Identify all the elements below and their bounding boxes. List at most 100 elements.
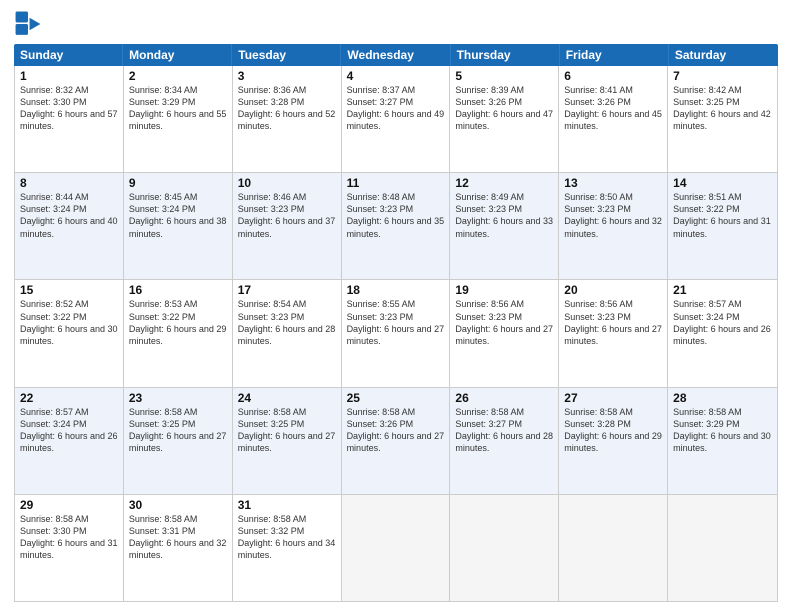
calendar-cell: 26Sunrise: 8:58 AMSunset: 3:27 PMDayligh… bbox=[450, 388, 559, 494]
day-number: 29 bbox=[20, 498, 118, 512]
day-info: Sunrise: 8:58 AMSunset: 3:32 PMDaylight:… bbox=[238, 513, 336, 562]
day-info: Sunrise: 8:56 AMSunset: 3:23 PMDaylight:… bbox=[455, 298, 553, 347]
calendar-cell: 8Sunrise: 8:44 AMSunset: 3:24 PMDaylight… bbox=[15, 173, 124, 279]
day-info: Sunrise: 8:58 AMSunset: 3:31 PMDaylight:… bbox=[129, 513, 227, 562]
calendar-day-header: Thursday bbox=[451, 44, 560, 66]
calendar-cell: 22Sunrise: 8:57 AMSunset: 3:24 PMDayligh… bbox=[15, 388, 124, 494]
day-number: 3 bbox=[238, 69, 336, 83]
calendar-cell: 29Sunrise: 8:58 AMSunset: 3:30 PMDayligh… bbox=[15, 495, 124, 601]
day-number: 19 bbox=[455, 283, 553, 297]
day-info: Sunrise: 8:41 AMSunset: 3:26 PMDaylight:… bbox=[564, 84, 662, 133]
calendar-cell: 18Sunrise: 8:55 AMSunset: 3:23 PMDayligh… bbox=[342, 280, 451, 386]
day-info: Sunrise: 8:52 AMSunset: 3:22 PMDaylight:… bbox=[20, 298, 118, 347]
calendar-cell: 5Sunrise: 8:39 AMSunset: 3:26 PMDaylight… bbox=[450, 66, 559, 172]
day-number: 30 bbox=[129, 498, 227, 512]
day-info: Sunrise: 8:37 AMSunset: 3:27 PMDaylight:… bbox=[347, 84, 445, 133]
day-info: Sunrise: 8:58 AMSunset: 3:26 PMDaylight:… bbox=[347, 406, 445, 455]
calendar-cell: 17Sunrise: 8:54 AMSunset: 3:23 PMDayligh… bbox=[233, 280, 342, 386]
calendar-cell: 11Sunrise: 8:48 AMSunset: 3:23 PMDayligh… bbox=[342, 173, 451, 279]
day-number: 22 bbox=[20, 391, 118, 405]
calendar-cell bbox=[450, 495, 559, 601]
day-number: 26 bbox=[455, 391, 553, 405]
calendar-cell: 25Sunrise: 8:58 AMSunset: 3:26 PMDayligh… bbox=[342, 388, 451, 494]
day-number: 15 bbox=[20, 283, 118, 297]
day-number: 5 bbox=[455, 69, 553, 83]
calendar-day-header: Tuesday bbox=[232, 44, 341, 66]
calendar-body: 1Sunrise: 8:32 AMSunset: 3:30 PMDaylight… bbox=[14, 66, 778, 602]
calendar-day-header: Sunday bbox=[14, 44, 123, 66]
calendar-cell: 24Sunrise: 8:58 AMSunset: 3:25 PMDayligh… bbox=[233, 388, 342, 494]
calendar-week: 29Sunrise: 8:58 AMSunset: 3:30 PMDayligh… bbox=[15, 495, 777, 601]
page: SundayMondayTuesdayWednesdayThursdayFrid… bbox=[0, 0, 792, 612]
day-info: Sunrise: 8:57 AMSunset: 3:24 PMDaylight:… bbox=[673, 298, 772, 347]
calendar-day-header: Friday bbox=[560, 44, 669, 66]
day-info: Sunrise: 8:34 AMSunset: 3:29 PMDaylight:… bbox=[129, 84, 227, 133]
calendar-cell: 15Sunrise: 8:52 AMSunset: 3:22 PMDayligh… bbox=[15, 280, 124, 386]
day-info: Sunrise: 8:58 AMSunset: 3:29 PMDaylight:… bbox=[673, 406, 772, 455]
calendar-cell: 12Sunrise: 8:49 AMSunset: 3:23 PMDayligh… bbox=[450, 173, 559, 279]
day-info: Sunrise: 8:50 AMSunset: 3:23 PMDaylight:… bbox=[564, 191, 662, 240]
calendar-week: 8Sunrise: 8:44 AMSunset: 3:24 PMDaylight… bbox=[15, 173, 777, 280]
day-number: 21 bbox=[673, 283, 772, 297]
calendar-cell: 3Sunrise: 8:36 AMSunset: 3:28 PMDaylight… bbox=[233, 66, 342, 172]
day-info: Sunrise: 8:36 AMSunset: 3:28 PMDaylight:… bbox=[238, 84, 336, 133]
calendar-cell bbox=[668, 495, 777, 601]
day-info: Sunrise: 8:56 AMSunset: 3:23 PMDaylight:… bbox=[564, 298, 662, 347]
day-number: 12 bbox=[455, 176, 553, 190]
calendar-cell: 30Sunrise: 8:58 AMSunset: 3:31 PMDayligh… bbox=[124, 495, 233, 601]
day-info: Sunrise: 8:44 AMSunset: 3:24 PMDaylight:… bbox=[20, 191, 118, 240]
day-number: 13 bbox=[564, 176, 662, 190]
calendar-cell: 16Sunrise: 8:53 AMSunset: 3:22 PMDayligh… bbox=[124, 280, 233, 386]
day-info: Sunrise: 8:49 AMSunset: 3:23 PMDaylight:… bbox=[455, 191, 553, 240]
calendar-week: 15Sunrise: 8:52 AMSunset: 3:22 PMDayligh… bbox=[15, 280, 777, 387]
day-info: Sunrise: 8:51 AMSunset: 3:22 PMDaylight:… bbox=[673, 191, 772, 240]
day-info: Sunrise: 8:48 AMSunset: 3:23 PMDaylight:… bbox=[347, 191, 445, 240]
day-number: 10 bbox=[238, 176, 336, 190]
calendar-cell: 28Sunrise: 8:58 AMSunset: 3:29 PMDayligh… bbox=[668, 388, 777, 494]
calendar-cell: 6Sunrise: 8:41 AMSunset: 3:26 PMDaylight… bbox=[559, 66, 668, 172]
day-info: Sunrise: 8:46 AMSunset: 3:23 PMDaylight:… bbox=[238, 191, 336, 240]
day-info: Sunrise: 8:58 AMSunset: 3:25 PMDaylight:… bbox=[238, 406, 336, 455]
day-info: Sunrise: 8:45 AMSunset: 3:24 PMDaylight:… bbox=[129, 191, 227, 240]
day-number: 6 bbox=[564, 69, 662, 83]
day-number: 24 bbox=[238, 391, 336, 405]
logo bbox=[14, 10, 46, 38]
day-number: 9 bbox=[129, 176, 227, 190]
calendar-day-header: Wednesday bbox=[341, 44, 450, 66]
day-info: Sunrise: 8:57 AMSunset: 3:24 PMDaylight:… bbox=[20, 406, 118, 455]
calendar-cell: 2Sunrise: 8:34 AMSunset: 3:29 PMDaylight… bbox=[124, 66, 233, 172]
calendar-header: SundayMondayTuesdayWednesdayThursdayFrid… bbox=[14, 44, 778, 66]
day-info: Sunrise: 8:39 AMSunset: 3:26 PMDaylight:… bbox=[455, 84, 553, 133]
day-info: Sunrise: 8:54 AMSunset: 3:23 PMDaylight:… bbox=[238, 298, 336, 347]
calendar: SundayMondayTuesdayWednesdayThursdayFrid… bbox=[14, 44, 778, 602]
day-info: Sunrise: 8:55 AMSunset: 3:23 PMDaylight:… bbox=[347, 298, 445, 347]
calendar-cell bbox=[342, 495, 451, 601]
day-number: 1 bbox=[20, 69, 118, 83]
calendar-cell: 13Sunrise: 8:50 AMSunset: 3:23 PMDayligh… bbox=[559, 173, 668, 279]
day-number: 16 bbox=[129, 283, 227, 297]
day-info: Sunrise: 8:53 AMSunset: 3:22 PMDaylight:… bbox=[129, 298, 227, 347]
day-info: Sunrise: 8:58 AMSunset: 3:28 PMDaylight:… bbox=[564, 406, 662, 455]
day-number: 25 bbox=[347, 391, 445, 405]
logo-icon bbox=[14, 10, 42, 38]
day-number: 7 bbox=[673, 69, 772, 83]
calendar-cell: 21Sunrise: 8:57 AMSunset: 3:24 PMDayligh… bbox=[668, 280, 777, 386]
day-number: 23 bbox=[129, 391, 227, 405]
day-number: 11 bbox=[347, 176, 445, 190]
day-number: 28 bbox=[673, 391, 772, 405]
calendar-cell: 10Sunrise: 8:46 AMSunset: 3:23 PMDayligh… bbox=[233, 173, 342, 279]
day-info: Sunrise: 8:58 AMSunset: 3:30 PMDaylight:… bbox=[20, 513, 118, 562]
calendar-cell: 19Sunrise: 8:56 AMSunset: 3:23 PMDayligh… bbox=[450, 280, 559, 386]
day-info: Sunrise: 8:32 AMSunset: 3:30 PMDaylight:… bbox=[20, 84, 118, 133]
day-number: 20 bbox=[564, 283, 662, 297]
day-info: Sunrise: 8:58 AMSunset: 3:27 PMDaylight:… bbox=[455, 406, 553, 455]
calendar-cell: 27Sunrise: 8:58 AMSunset: 3:28 PMDayligh… bbox=[559, 388, 668, 494]
calendar-day-header: Monday bbox=[123, 44, 232, 66]
day-number: 2 bbox=[129, 69, 227, 83]
calendar-cell: 9Sunrise: 8:45 AMSunset: 3:24 PMDaylight… bbox=[124, 173, 233, 279]
day-number: 17 bbox=[238, 283, 336, 297]
calendar-cell: 4Sunrise: 8:37 AMSunset: 3:27 PMDaylight… bbox=[342, 66, 451, 172]
calendar-cell: 31Sunrise: 8:58 AMSunset: 3:32 PMDayligh… bbox=[233, 495, 342, 601]
day-number: 31 bbox=[238, 498, 336, 512]
day-number: 27 bbox=[564, 391, 662, 405]
